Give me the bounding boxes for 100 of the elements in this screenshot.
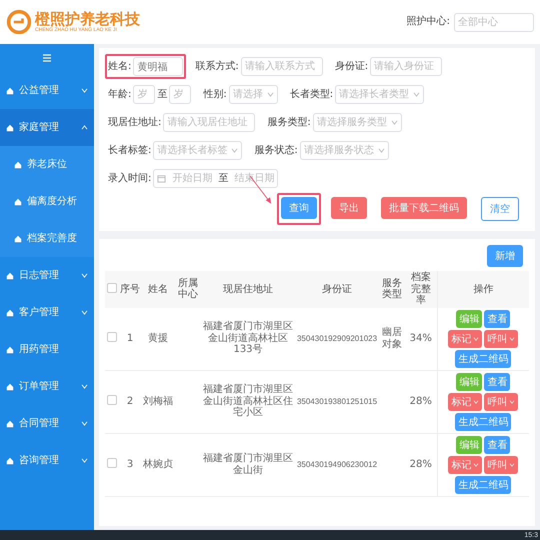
row-action-button[interactable]: 编辑 xyxy=(456,372,482,390)
row-action-button[interactable]: 编辑 xyxy=(456,436,482,454)
sidebar-item[interactable]: 用药管理 xyxy=(0,331,94,368)
sidebar-item[interactable]: 公益管理 xyxy=(0,72,94,109)
field-label: 服务类型: xyxy=(267,116,311,128)
table-cell: 34% xyxy=(410,332,432,344)
age-from-field[interactable]: 岁 xyxy=(133,85,156,104)
caret-icon xyxy=(266,92,274,97)
caret-icon xyxy=(390,120,398,125)
house-icon xyxy=(6,86,14,94)
caret-icon xyxy=(473,462,480,466)
house-icon xyxy=(6,420,14,428)
input-field[interactable]: 请输入联系方式 xyxy=(240,57,323,76)
house-icon xyxy=(6,272,14,280)
row-action-button[interactable]: 标记 xyxy=(448,392,482,410)
field-label: 录入时间: xyxy=(108,172,152,184)
caret-icon xyxy=(473,400,480,404)
caret-icon xyxy=(509,400,516,404)
caret-icon xyxy=(473,336,480,340)
column-header: 姓名 xyxy=(148,284,168,294)
select-field[interactable]: 请选择服务状态 xyxy=(300,141,389,160)
table-cell: 350430194906230012 xyxy=(296,460,378,469)
table-cell: 350430193801251015 xyxy=(296,396,378,406)
house-icon xyxy=(6,382,14,390)
caret-icon xyxy=(413,92,420,97)
input-field[interactable]: 请输入身份证 xyxy=(370,57,442,76)
sidebar-item[interactable]: 订单管理 xyxy=(0,368,94,405)
caret-icon xyxy=(231,148,238,153)
sidebar-subitem[interactable]: 养老床位 xyxy=(0,146,94,183)
checkbox[interactable] xyxy=(107,332,117,342)
table-cell: 28% xyxy=(410,458,432,470)
table-cell: 福建省厦门市湖里区金山街道高林社区住宅小区 xyxy=(203,384,293,418)
field-label: 长者类型: xyxy=(290,88,334,100)
row-action-button[interactable]: 呼叫 xyxy=(484,456,518,474)
sidebar-item[interactable]: 咨询管理 xyxy=(0,442,94,479)
house-icon xyxy=(6,456,14,464)
field-label: 服务状态: xyxy=(254,144,298,156)
row-action-button[interactable]: 查看 xyxy=(484,436,510,454)
sidebar-subitem[interactable]: 偏离度分析 xyxy=(0,183,94,220)
sidebar-item[interactable]: 合同管理 xyxy=(0,405,94,442)
row-action-button[interactable]: 生成二维码 xyxy=(455,350,512,368)
select-field[interactable]: 请选择 xyxy=(228,85,278,104)
table-cell: 2 xyxy=(126,396,134,407)
table-cell: 3 xyxy=(126,458,134,470)
checkbox[interactable] xyxy=(107,282,117,292)
column-header: 身份证 xyxy=(322,284,352,294)
input-field[interactable]: 黄明福 xyxy=(133,57,184,76)
table-cell: 林婉贞 xyxy=(143,458,173,470)
action-button[interactable]: 查询 xyxy=(281,197,317,219)
field-label: 照护中心: xyxy=(406,16,450,28)
sidebar-subitem[interactable]: 档案完善度 xyxy=(0,220,94,257)
row-action-button[interactable]: 编辑 xyxy=(456,310,482,328)
select-field[interactable]: 请选择服务类型 xyxy=(312,113,402,132)
column-header: 服务类型 xyxy=(382,278,402,300)
add-button[interactable]: 新增 xyxy=(487,245,523,267)
field-label: 性别: xyxy=(203,88,227,100)
field-label: 联系方式: xyxy=(195,60,239,72)
house-icon xyxy=(6,346,14,354)
table-cell: 28% xyxy=(410,396,432,407)
action-button[interactable]: 导出 xyxy=(331,197,367,219)
field-label: 姓名: xyxy=(108,60,132,72)
column-header: 序号 xyxy=(120,284,140,294)
action-button[interactable]: 批量下载二维码 xyxy=(381,197,467,219)
calendar-icon xyxy=(157,174,166,183)
row-action-button[interactable]: 生成二维码 xyxy=(455,412,512,430)
menu-icon[interactable] xyxy=(41,52,53,64)
table-cell: 福建省厦门市湖里区金山街道高林社区133号 xyxy=(203,321,293,356)
caret-icon xyxy=(509,336,516,340)
column-header: 操作 xyxy=(473,284,494,294)
house-icon xyxy=(6,124,14,132)
age-to-field[interactable]: 岁 xyxy=(169,85,192,104)
logo-icon xyxy=(6,9,32,35)
center-select[interactable]: 全部中心 xyxy=(454,12,534,32)
row-action-button[interactable]: 查看 xyxy=(484,372,510,390)
caret-icon xyxy=(378,148,385,153)
row-action-button[interactable]: 查看 xyxy=(484,310,510,328)
checkbox[interactable] xyxy=(107,458,117,468)
field-label: 年龄: xyxy=(108,88,132,100)
field-label: 身份证: xyxy=(334,60,368,72)
input-field[interactable]: 请输入现居住地址 xyxy=(163,113,256,132)
select-field[interactable]: 请选择长者标签 xyxy=(153,141,242,160)
checkbox[interactable] xyxy=(107,394,117,405)
house-icon xyxy=(14,234,22,242)
row-action-button[interactable]: 标记 xyxy=(448,330,482,348)
action-button[interactable]: 清空 xyxy=(481,197,519,221)
column-header: 现居住地址 xyxy=(223,284,273,294)
house-icon xyxy=(14,198,22,206)
sidebar-item[interactable]: 日志管理 xyxy=(0,257,94,294)
sidebar-item[interactable]: 客户管理 xyxy=(0,294,94,331)
row-action-button[interactable]: 呼叫 xyxy=(484,330,518,348)
range-separator: 至 xyxy=(157,88,168,100)
row-action-button[interactable]: 标记 xyxy=(448,456,482,474)
column-header: 所属中心 xyxy=(178,278,198,300)
table-cell: 刘梅福 xyxy=(143,396,173,407)
table-cell: 黄援 xyxy=(148,332,168,344)
row-action-button[interactable]: 呼叫 xyxy=(484,392,518,410)
row-action-button[interactable]: 生成二维码 xyxy=(455,476,512,494)
caret-icon xyxy=(509,462,516,466)
table-cell: 福建省厦门市湖里区金山街 xyxy=(203,453,293,476)
select-field[interactable]: 请选择长者类型 xyxy=(335,85,424,104)
